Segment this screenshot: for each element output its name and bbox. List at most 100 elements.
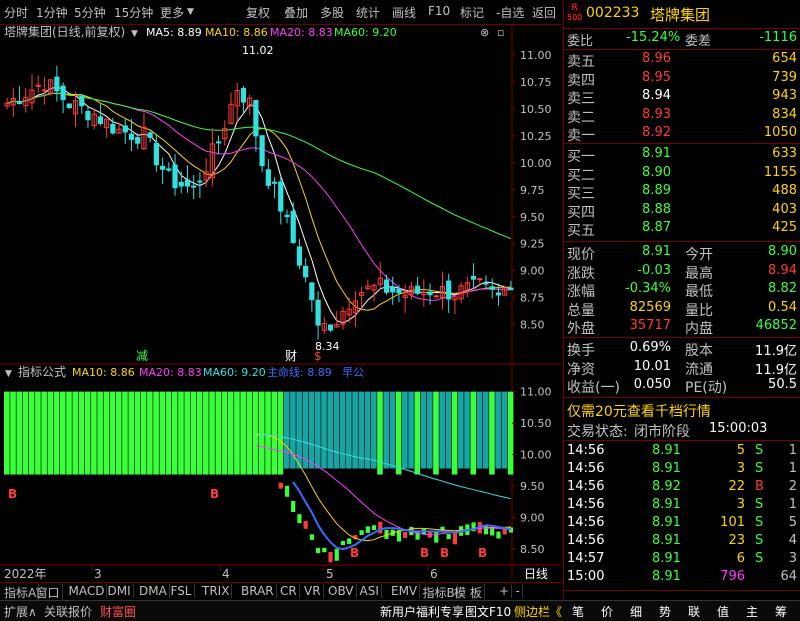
- month-label-4: 4: [222, 567, 230, 580]
- marker-jian[interactable]: 减: [136, 349, 148, 363]
- buy-signal[interactable]: B: [420, 546, 429, 560]
- signal-bar: [408, 391, 414, 469]
- order-price: 8.91: [642, 146, 671, 161]
- toolbar-item-diejia[interactable]: 叠加: [284, 4, 308, 21]
- toolbar-item-more[interactable]: 更多: [160, 4, 184, 21]
- indicator-tab[interactable]: +: [497, 584, 513, 598]
- close-icon[interactable]: ⊗: [480, 26, 489, 39]
- toolbar-item-biaoji[interactable]: 标记: [460, 4, 484, 21]
- signal-bar: [35, 391, 41, 475]
- f10-link[interactable]: 图文F10: [465, 603, 511, 620]
- new-user-welfare-link[interactable]: 新用户福利专享: [380, 603, 464, 620]
- buy-signal[interactable]: B: [350, 546, 359, 560]
- toolbar-item-tongji[interactable]: 统计: [356, 4, 380, 21]
- panel-tab[interactable]: 联: [688, 603, 700, 620]
- indicator-tab[interactable]: MACD: [67, 584, 108, 598]
- quote-row: 涨幅 -0.34% 最低 8.82: [567, 281, 797, 300]
- indicator-tab[interactable]: 窗口: [34, 584, 63, 601]
- ask-row[interactable]: 卖五 8.96 654: [564, 51, 800, 70]
- ask-row[interactable]: 卖二 8.93 834: [564, 107, 800, 126]
- sidebar-toggle[interactable]: 侧边栏《: [514, 603, 562, 620]
- toolbar-item-fenshi[interactable]: 分时: [4, 4, 28, 21]
- panel-tab[interactable]: 筹: [775, 603, 787, 620]
- ask-row[interactable]: 卖三 8.94 943: [564, 88, 800, 107]
- candle-body: [135, 137, 141, 144]
- indicator-tab[interactable]: FSL: [169, 584, 195, 598]
- stock-header: R 500 002233 塔牌集团: [564, 3, 800, 25]
- period-label[interactable]: 日线: [524, 567, 548, 580]
- buy-signal[interactable]: B: [478, 546, 487, 560]
- signal-bar: [184, 391, 190, 475]
- bid-row[interactable]: 买一 8.91 633: [564, 146, 800, 165]
- caifuquan-button[interactable]: 财富圈: [100, 603, 136, 620]
- marker-dollar[interactable]: $: [314, 349, 322, 363]
- panel-tab[interactable]: 细: [630, 603, 642, 620]
- marker-cai[interactable]: 财: [285, 349, 297, 363]
- expand-button[interactable]: 扩展∧: [4, 603, 37, 620]
- toolbar-item-15min[interactable]: 15分钟: [114, 4, 153, 21]
- buy-signal[interactable]: B: [440, 546, 449, 560]
- related-quote-button[interactable]: 关联报价: [44, 603, 92, 620]
- indicator-tab[interactable]: DMA: [137, 584, 170, 598]
- bid-row[interactable]: 买二 8.90 1155: [564, 165, 800, 184]
- candle-body: [147, 132, 153, 138]
- toolbar-item-duogu[interactable]: 多股: [320, 4, 344, 21]
- panel-tab[interactable]: 笔: [572, 603, 584, 620]
- buy-signal[interactable]: B: [8, 487, 17, 501]
- bid-row[interactable]: 买四 8.88 403: [564, 202, 800, 221]
- maximize-icon[interactable]: ▫: [497, 26, 504, 39]
- candle-body: [495, 292, 502, 296]
- kline-chart[interactable]: B BB B B B 11.0010.7510.5010.2510.009.759.50…: [0, 24, 562, 580]
- price-axis-label: 8.75: [520, 292, 545, 305]
- candle-body: [278, 181, 284, 212]
- toolbar-item-fuquan[interactable]: 复权: [246, 4, 270, 21]
- panel-tab[interactable]: 值: [717, 603, 729, 620]
- indicator-tab[interactable]: VR: [302, 584, 324, 598]
- signal-bar: [482, 391, 489, 469]
- toolbar-item-zixuan[interactable]: -自选: [496, 4, 524, 21]
- toolbar-item-huaxian[interactable]: 画线: [392, 4, 416, 21]
- indicator-tab[interactable]: CR: [278, 584, 300, 598]
- toolbar-item-1min[interactable]: 1分钟: [36, 4, 68, 21]
- indicator-tab[interactable]: OBV: [326, 584, 357, 598]
- indicator-tab[interactable]: -: [514, 584, 523, 598]
- signal-bar: [445, 391, 452, 469]
- chart-settings-chevron-icon[interactable]: ▼: [131, 29, 138, 39]
- panel-tab[interactable]: 价: [601, 603, 613, 620]
- order-volume: 425: [772, 220, 797, 235]
- candle-body: [290, 210, 296, 244]
- tick-row: 14:56 8.92 22 B 2: [567, 479, 797, 494]
- ask-row[interactable]: 卖一 8.92 1050: [564, 125, 800, 144]
- ind-ma10-label: MA10: 8.86: [72, 366, 135, 379]
- indicator-tab[interactable]: BRAR: [239, 584, 277, 598]
- lower-candle: [340, 541, 346, 546]
- candle-body: [265, 169, 271, 186]
- panel-tab[interactable]: 主: [746, 603, 758, 620]
- panel-tab[interactable]: 势: [659, 603, 671, 620]
- toolbar-item-5min[interactable]: 5分钟: [74, 4, 106, 21]
- main-line-label: 主命线: 8.89: [267, 365, 332, 379]
- candle-body: [508, 287, 514, 291]
- candle-body: [284, 214, 290, 217]
- bid-row[interactable]: 买五 8.87 425: [564, 220, 800, 239]
- candle-body: [153, 143, 159, 166]
- quote-row: 现价 8.91 今开 8.90: [567, 244, 797, 263]
- ask-row[interactable]: 卖四 8.95 739: [564, 70, 800, 89]
- indicator-tab[interactable]: EMV: [389, 584, 421, 598]
- toolbar-item-f10[interactable]: F10: [428, 4, 450, 18]
- indicator-chevron-icon[interactable]: ▼: [5, 369, 12, 379]
- toolbar-item-fanhui[interactable]: 返回: [532, 4, 556, 21]
- more-chevron-icon[interactable]: ▼: [187, 7, 194, 17]
- buy-signal[interactable]: B: [210, 487, 219, 501]
- order-label: 买五: [567, 223, 595, 239]
- lower-candle: [297, 514, 302, 524]
- indicator-tab[interactable]: TRIX: [200, 584, 233, 598]
- indicator-tab[interactable]: ASI: [358, 584, 382, 598]
- indicator-tab[interactable]: 模 板: [452, 584, 485, 601]
- indicator-tab[interactable]: DMI: [106, 584, 134, 598]
- promo-row[interactable]: 仅需20元查看千档行情: [564, 401, 800, 421]
- signal-bar: [433, 391, 439, 475]
- promo-text[interactable]: 仅需20元查看千档行情: [567, 401, 711, 421]
- bid-row[interactable]: 买三 8.89 488: [564, 183, 800, 202]
- order-label: 卖一: [567, 128, 595, 144]
